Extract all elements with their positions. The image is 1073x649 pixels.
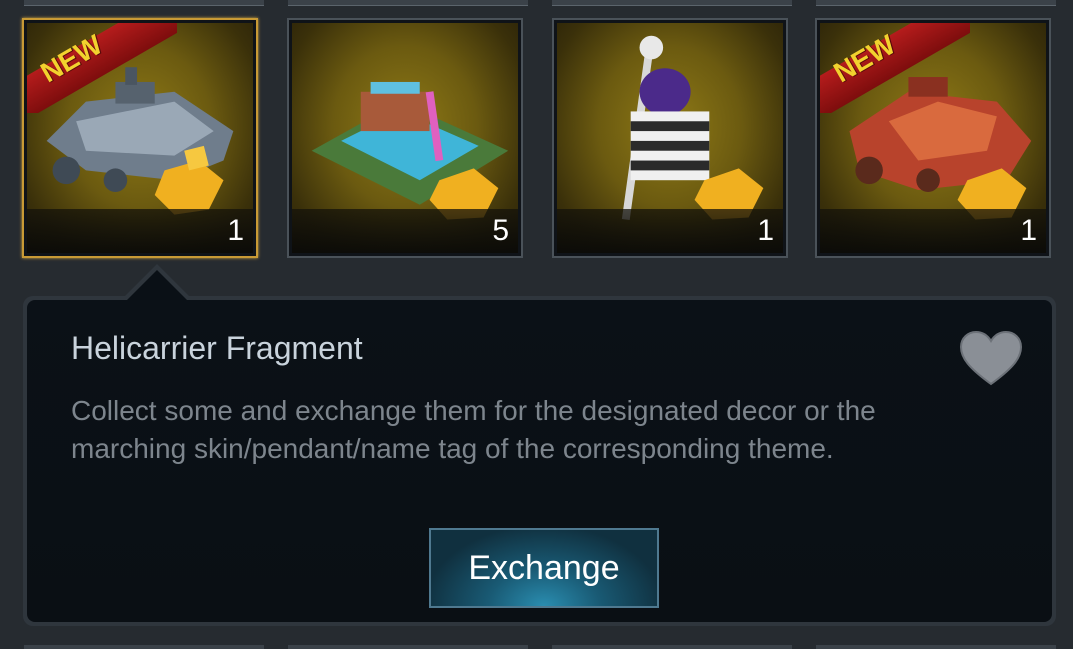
next-row-edge <box>552 645 792 649</box>
item-slot-helicarrier[interactable]: 1 NEW <box>22 18 258 258</box>
item-slot-reaper[interactable]: 1 <box>552 18 788 258</box>
exchange-button[interactable]: Exchange <box>429 528 659 608</box>
item-count: 1 <box>227 214 244 247</box>
item-count: 5 <box>492 214 509 247</box>
new-badge: NEW <box>27 23 177 113</box>
item-count: 1 <box>1020 214 1037 247</box>
item-title: Helicarrier Fragment <box>71 330 363 366</box>
count-bar <box>27 209 253 253</box>
item-slot-water-park[interactable]: 5 <box>287 18 523 258</box>
item-detail-body: Helicarrier Fragment Collect some and ex… <box>27 300 1052 622</box>
item-detail-panel: Helicarrier Fragment Collect some and ex… <box>23 296 1056 626</box>
item-slot-red-gunship[interactable]: 1 NEW <box>815 18 1051 258</box>
next-row-edge <box>288 645 528 649</box>
item-description: Collect some and exchange them for the d… <box>71 395 876 464</box>
previous-row-edge <box>288 0 528 6</box>
previous-row-edge <box>816 0 1056 6</box>
detail-pointer-inner <box>127 270 187 300</box>
next-row-edge <box>24 645 264 649</box>
count-bar <box>557 209 783 253</box>
previous-row-edge <box>24 0 264 6</box>
count-bar <box>820 209 1046 253</box>
item-count: 1 <box>757 214 774 247</box>
previous-row-edge <box>552 0 792 6</box>
new-badge: NEW <box>820 23 970 113</box>
next-row-edge <box>816 645 1056 649</box>
heart-icon[interactable] <box>959 330 1023 386</box>
count-bar <box>292 209 518 253</box>
